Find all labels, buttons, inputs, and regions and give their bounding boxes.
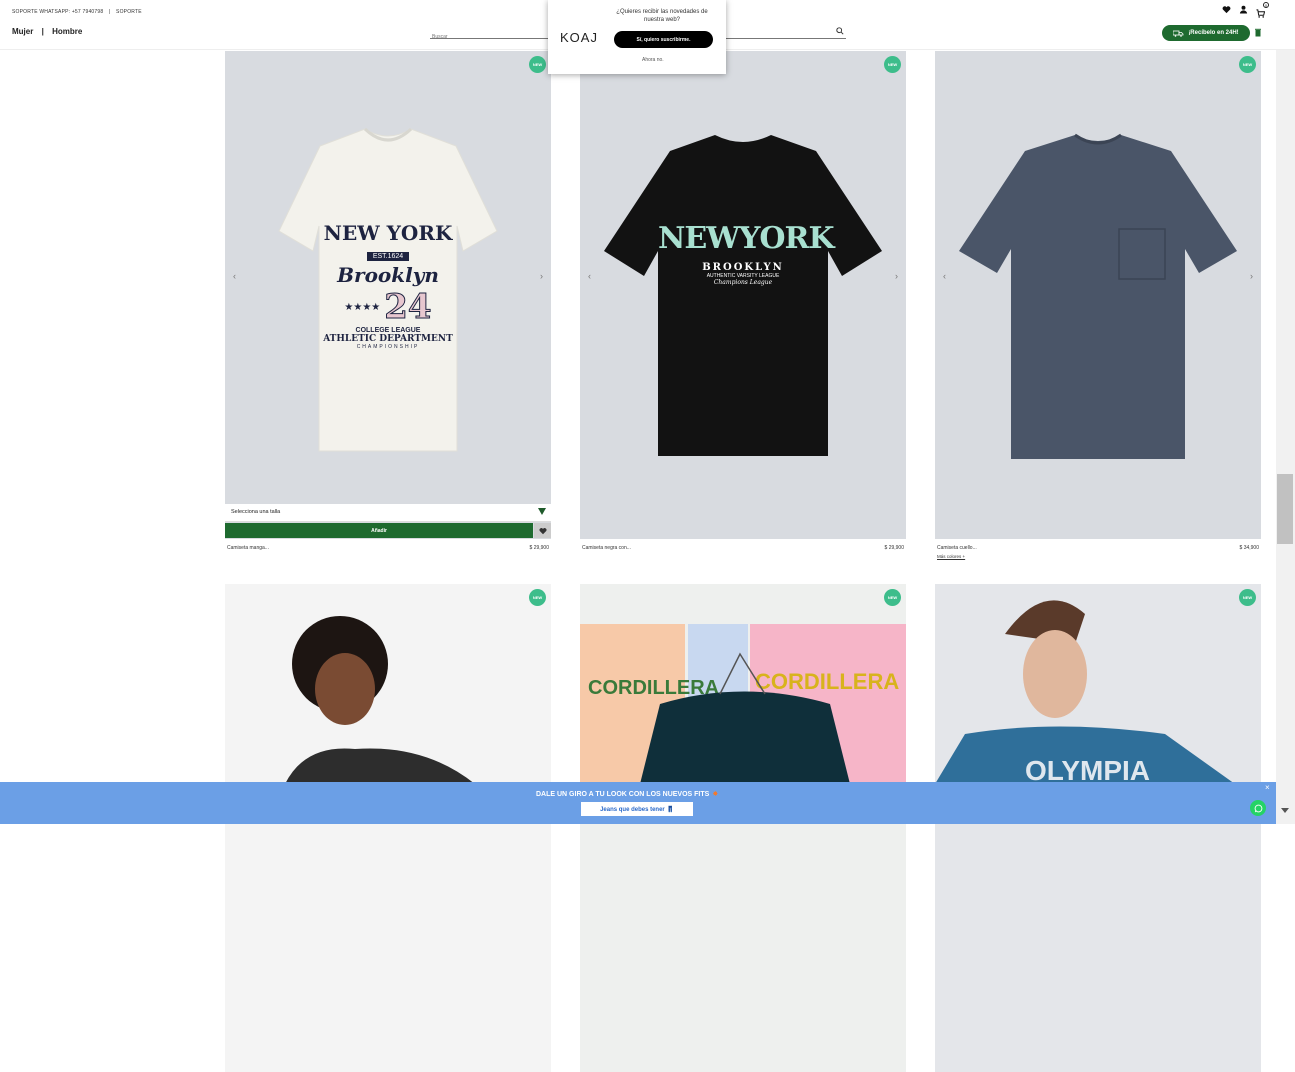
page-scrollbar[interactable] (1276, 0, 1295, 824)
prev-image-arrow[interactable]: ‹ (588, 271, 591, 281)
header-icons: 0 (1222, 2, 1269, 18)
product-image[interactable]: NEW ‹ › (935, 51, 1261, 539)
product-price: $ 34,900 (1239, 545, 1259, 551)
truck-icon (1173, 30, 1184, 37)
new-badge: NEW (884, 56, 901, 73)
support-bar: SOPORTE WHATSAPP: +57 7940798 | SOPORTE (12, 9, 146, 15)
cart-icon (1256, 9, 1266, 18)
nav-hombre[interactable]: Hombre (52, 27, 82, 36)
product-price: $ 29,900 (884, 545, 904, 551)
shirt-print: NEWYORK BROOKLYN AUTHENTIC VARSITY LEAGU… (658, 221, 835, 286)
tshirt-black-image (604, 135, 882, 456)
product-name[interactable]: Camiseta cuello... (937, 545, 977, 551)
delivery-24h-button[interactable]: ¡Recíbelo en 24H! (1162, 25, 1250, 41)
search-icon[interactable] (836, 27, 844, 35)
product-card[interactable]: NEW (225, 584, 551, 1072)
product-image[interactable]: NEW YORK EST.1624 Brooklyn ★★★★ 24 COLLE… (225, 51, 551, 539)
new-badge: NEW (529, 56, 546, 73)
nav-mujer[interactable]: Mujer (12, 27, 33, 36)
new-badge: NEW (1239, 589, 1256, 606)
new-badge: NEW (1239, 56, 1256, 73)
svg-text:OLYMPIA: OLYMPIA (1025, 755, 1150, 784)
support-link[interactable]: SOPORTE (116, 9, 142, 15)
product-card[interactable]: CORDILLERA CORDILLERA NEW (580, 584, 906, 1072)
support-separator: | (108, 9, 111, 15)
add-to-cart-button[interactable]: Añadir (225, 523, 533, 538)
whatsapp-icon (1254, 804, 1262, 812)
koaj-logo: KOAJ (560, 30, 598, 45)
product-card[interactable]: NEW YORK EST.1624 Brooklyn ★★★★ 24 COLLE… (225, 51, 551, 571)
product-price: $ 29,900 (529, 545, 549, 551)
close-icon[interactable]: × (1265, 783, 1270, 792)
promo-banner: DALE UN GIRO A TU LOOK CON LOS NUEVOS FI… (0, 782, 1276, 824)
size-select-label: Selecciona una talla (231, 509, 281, 515)
next-image-arrow[interactable]: › (895, 271, 898, 281)
next-image-arrow[interactable]: › (1250, 271, 1253, 281)
product-image[interactable]: NEW (225, 584, 551, 1072)
subscribe-question: ¿Quieres recibir las novedades de nuestr… (616, 9, 708, 23)
model-photo (285, 616, 475, 784)
model-photo: OLYMPIA (935, 600, 1235, 786)
cart-button[interactable]: 0 (1256, 2, 1269, 18)
whatsapp-button[interactable] (1250, 800, 1266, 816)
subscribe-accept-button[interactable]: Sí, quiero suscribirme. (614, 31, 713, 48)
product-name[interactable]: Camiseta negra con... (582, 545, 631, 551)
poster-photo: CORDILLERA CORDILLERA (580, 624, 906, 784)
cart-count-badge: 0 (1263, 2, 1269, 8)
prev-image-arrow[interactable]: ‹ (233, 271, 236, 281)
promo-text: DALE UN GIRO A TU LOOK CON LOS NUEVOS FI… (536, 791, 719, 798)
wishlist-button[interactable] (534, 523, 551, 538)
heart-icon (539, 527, 546, 534)
chevron-down-icon (538, 508, 546, 515)
support-whatsapp-link[interactable]: SOPORTE WHATSAPP: +57 7940798 (12, 9, 103, 15)
new-badge: NEW (529, 589, 546, 606)
tshirt-grey-image (959, 133, 1237, 459)
new-badge: NEW (884, 589, 901, 606)
next-image-arrow[interactable]: › (540, 271, 543, 281)
scrollbar-thumb[interactable] (1277, 474, 1293, 544)
product-card[interactable]: NEWYORK BROOKLYN AUTHENTIC VARSITY LEAGU… (580, 51, 906, 571)
delivery-label: ¡Recíbelo en 24H! (1188, 30, 1239, 36)
product-image[interactable]: NEWYORK BROOKLYN AUTHENTIC VARSITY LEAGU… (580, 51, 906, 539)
product-image[interactable]: OLYMPIA NEW (935, 584, 1261, 1072)
scroll-down-arrow[interactable] (1281, 808, 1289, 813)
product-name[interactable]: Camiseta manga... (227, 545, 269, 551)
promo-jeans-button[interactable]: Jeans que debes tener 👖 (581, 802, 693, 816)
trash-icon[interactable] (1255, 28, 1261, 37)
user-icon[interactable] (1239, 5, 1248, 14)
shirt-print: NEW YORK EST.1624 Brooklyn ★★★★ 24 COLLE… (323, 221, 453, 350)
heart-icon[interactable] (1222, 5, 1231, 14)
size-select[interactable]: Selecciona una talla (225, 504, 551, 522)
product-card[interactable]: OLYMPIA NEW (935, 584, 1261, 1072)
product-card[interactable]: NEW ‹ › Camiseta cuello... $ 34,900 Más … (935, 51, 1261, 571)
main-nav: Mujer | Hombre (12, 27, 88, 36)
prev-image-arrow[interactable]: ‹ (943, 271, 946, 281)
nav-separator: | (41, 27, 44, 36)
svg-text:CORDILLERA: CORDILLERA (755, 669, 899, 694)
subscribe-decline-link[interactable]: Ahora no. (642, 57, 664, 63)
more-colors-link[interactable]: Más colores + (937, 554, 965, 559)
product-image[interactable]: CORDILLERA CORDILLERA NEW (580, 584, 906, 1072)
subscribe-popup: KOAJ ¿Quieres recibir las novedades de n… (548, 0, 726, 74)
